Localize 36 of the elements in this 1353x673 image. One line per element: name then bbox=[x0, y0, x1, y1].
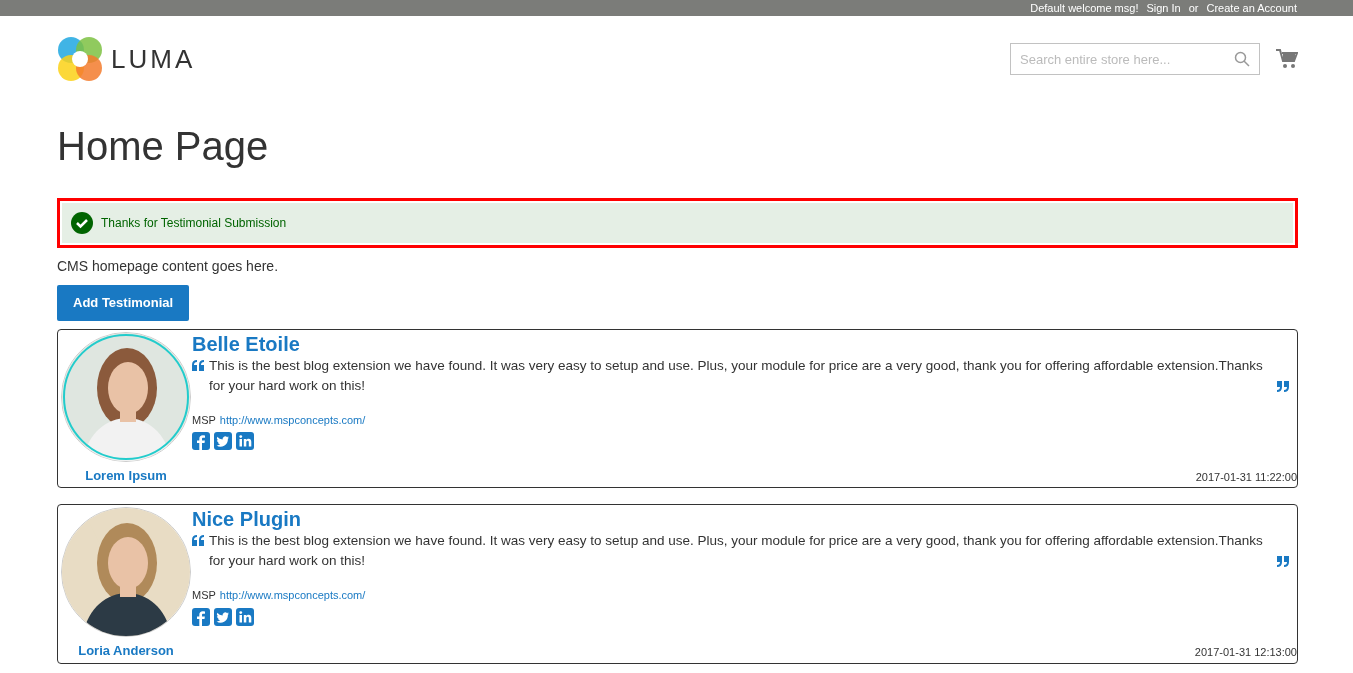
cart-icon[interactable] bbox=[1276, 49, 1298, 69]
testimonial-title: Nice Plugin bbox=[192, 507, 302, 531]
testimonial-date: 2017-01-31 11:22:00 bbox=[1194, 469, 1297, 485]
website-link[interactable]: http://www.mspconcepts.com/ bbox=[219, 587, 366, 604]
testimonial-text: This is the best blog extension we have found. It was very easy to setup and use. Plus, your module for price are a very good, thank you for offering affordable extension.Thanks for your hard work on this! bbox=[209, 356, 1264, 395]
quote-close-icon bbox=[1276, 556, 1289, 567]
testimonial-title: Belle Etoile bbox=[192, 331, 301, 356]
logo-text: LUMA bbox=[111, 42, 196, 76]
check-icon bbox=[71, 212, 93, 234]
content-text: CMS homepage content goes here. bbox=[57, 257, 280, 276]
author-name: Loria Anderson bbox=[78, 642, 174, 660]
twitter-icon[interactable] bbox=[214, 607, 232, 626]
or-text: or bbox=[1188, 1, 1199, 16]
search-icon bbox=[1234, 51, 1250, 67]
message-text: Thanks for Testimonial Submission bbox=[101, 215, 287, 232]
facebook-icon[interactable] bbox=[192, 607, 210, 626]
testimonial-text: This is the best blog extension we have found. It was very easy to setup and use. Plus, your module for price are a very good, thank you for offering affordable extension.Thanks for your hard work on this! bbox=[209, 532, 1264, 570]
logo-icon bbox=[57, 36, 103, 82]
create-account-link[interactable]: Create an Account bbox=[1206, 0, 1297, 16]
add-testimonial-button[interactable]: Add Testimonial bbox=[57, 285, 190, 321]
quote-close-icon bbox=[1276, 380, 1289, 392]
search-field[interactable]: Search entire store here... bbox=[1010, 43, 1260, 75]
linkedin-icon[interactable] bbox=[236, 432, 254, 450]
linkedin-icon[interactable] bbox=[236, 607, 254, 626]
company-name: MSP bbox=[192, 588, 216, 603]
company-name: MSP bbox=[192, 412, 216, 428]
quote-open-icon bbox=[192, 359, 205, 371]
quote-open-icon bbox=[192, 535, 205, 546]
website-link[interactable]: http://www.mspconcepts.com/ bbox=[219, 411, 366, 428]
testimonial-date: 2017-01-31 12:13:00 bbox=[1193, 645, 1297, 660]
author-name: Lorem Ipsum bbox=[85, 466, 167, 485]
facebook-icon[interactable] bbox=[192, 432, 210, 450]
sign-in-link[interactable]: Sign In bbox=[1146, 0, 1181, 16]
page-title: Home Page bbox=[57, 124, 270, 168]
welcome-text: Default welcome msg! bbox=[1030, 1, 1139, 16]
twitter-icon[interactable] bbox=[214, 432, 232, 450]
